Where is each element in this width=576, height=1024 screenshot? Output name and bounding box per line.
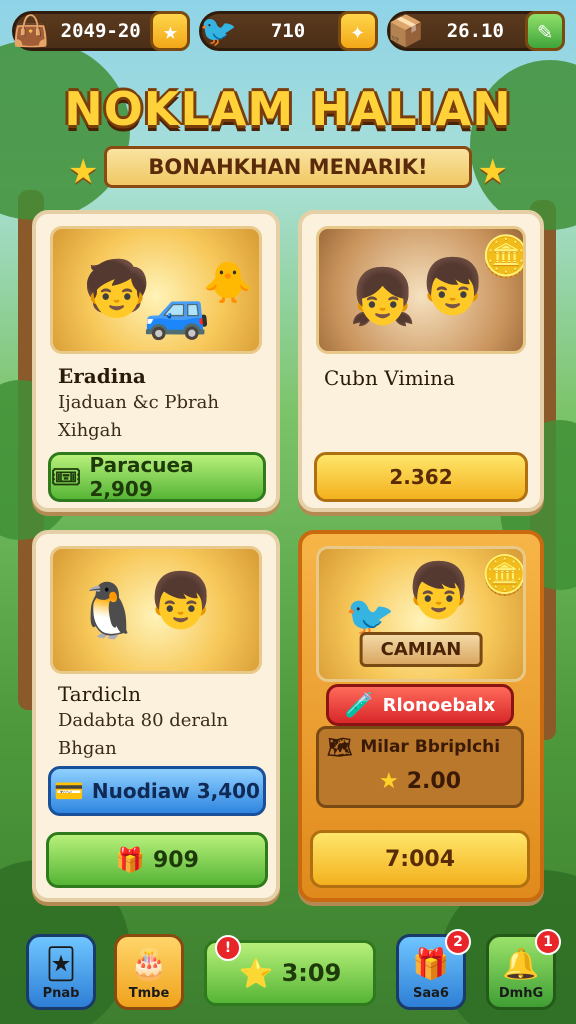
star-icon: ★ bbox=[477, 152, 508, 192]
pencil-icon[interactable]: ✎ bbox=[524, 11, 565, 51]
coin-icon: 🪙 bbox=[481, 553, 526, 597]
tag-label: Rlonoebalx bbox=[382, 694, 496, 716]
gift-button[interactable]: 🎁 909 bbox=[46, 832, 268, 888]
kid-icon: 🧒 bbox=[83, 257, 151, 320]
resource-3-value: 26.10 bbox=[446, 20, 504, 42]
boy-icon: 👦 bbox=[147, 569, 215, 632]
star-icon: ★ bbox=[68, 152, 99, 192]
offer-card-1: 🧒 🚙 🐥 Eradina Ijaduan &c Pbrah Xihgah 🎟 … bbox=[32, 210, 280, 512]
buy-button-label: Paracuea 2,909 bbox=[89, 453, 194, 501]
cards-icon: 🃏 bbox=[45, 947, 77, 982]
buy-button[interactable]: 💳 Nuodiaw 3,400 bbox=[48, 766, 266, 816]
resource-2-value: 710 bbox=[270, 20, 306, 42]
boy-icon: 👦 bbox=[419, 255, 487, 318]
car-icon: 🚙 bbox=[143, 279, 211, 342]
potion-icon: 🧪 bbox=[344, 691, 375, 719]
ticket-icon: 🎟 bbox=[51, 463, 82, 491]
coin-icon: 🪙 bbox=[481, 234, 526, 280]
center-value: 3:09 bbox=[281, 959, 342, 987]
nav-label: DmhG bbox=[498, 986, 544, 1001]
card-title: Tardicln bbox=[58, 682, 141, 706]
tag-button[interactable]: 🧪 Rlonoebalx bbox=[326, 684, 514, 726]
star-bag-icon: 👜 bbox=[12, 13, 50, 49]
resource-bar: 👜 2049-20 ★ 🐦 710 ✦ 📦 26.10 ✎ bbox=[12, 8, 565, 54]
resource-counter-1: 👜 2049-20 ★ bbox=[12, 11, 191, 51]
bird-icon: 🐧 bbox=[75, 579, 143, 642]
bell-icon: 🔔 bbox=[502, 947, 540, 982]
card-illustration: 🐦 👦 🪙 CAMIAN bbox=[316, 546, 526, 682]
card-description: Ijaduan &c Pbrah bbox=[58, 392, 219, 413]
notification-badge: ! bbox=[215, 935, 241, 961]
notification-badge: 1 bbox=[535, 929, 561, 955]
star-icon[interactable]: ★ bbox=[150, 11, 191, 51]
girl-icon: 👧 bbox=[349, 265, 417, 328]
gift-button-label: 909 bbox=[152, 847, 199, 873]
sparkle-icon[interactable]: ✦ bbox=[337, 11, 378, 51]
nav-button-pnab[interactable]: 🃏 Pnab bbox=[26, 934, 96, 1010]
buy-button-label: 7:004 bbox=[384, 846, 456, 872]
nav-label: Pnab bbox=[42, 986, 80, 1001]
card-illustration: 👧 👦 🪙 bbox=[316, 226, 526, 354]
wallet-icon: 💳 bbox=[54, 777, 84, 805]
gift-icon: 🎁 bbox=[115, 846, 145, 874]
reward-value: 2.00 bbox=[406, 769, 461, 794]
bird-icon: 🐦 bbox=[199, 13, 237, 49]
nav-label: Tmbe bbox=[128, 986, 170, 1001]
offer-card-2: 👧 👦 🪙 Cubn Vimina 2.362 bbox=[298, 210, 544, 512]
featured-offer-card: 🐦 👦 🪙 CAMIAN 🧪 Rlonoebalx 🗺 Milar Bbripl… bbox=[298, 530, 544, 902]
map-icon: 🗺 bbox=[327, 735, 353, 759]
card-title: Eradina bbox=[58, 364, 146, 388]
resource-counter-3: 📦 26.10 ✎ bbox=[386, 11, 565, 51]
center-play-button[interactable]: ⭐ 3:09 ! bbox=[204, 935, 376, 1006]
card-illustration: 🧒 🚙 🐥 bbox=[50, 226, 262, 354]
card-banner: CAMIAN bbox=[359, 632, 483, 667]
offer-card-3: 🐧 👦 Tardicln Dadabta 80 deraln Bhgan 💳 N… bbox=[32, 530, 280, 902]
resource-counter-2: 🐦 710 ✦ bbox=[199, 11, 378, 51]
card-description: Dadabta 80 deraln bbox=[58, 710, 229, 731]
card-description: Bhgan bbox=[58, 738, 117, 759]
star-icon: ★ bbox=[378, 769, 399, 794]
buy-button[interactable]: 2.362 bbox=[314, 452, 528, 502]
buy-button-label: 2.362 bbox=[389, 465, 453, 489]
reward-info-box: 🗺 Milar Bbriplchi ★ 2.00 bbox=[316, 726, 524, 808]
card-description: Xihgah bbox=[58, 420, 123, 441]
reward-value-row: ★ 2.00 bbox=[319, 769, 521, 794]
nav-label: Saa6 bbox=[413, 986, 449, 1001]
nav-button-dmhg[interactable]: 🔔 DmhG 1 bbox=[486, 929, 561, 1010]
reward-info-label: Milar Bbriplchi bbox=[360, 737, 501, 757]
page-subtitle: BONAHKHAN MENARIK! bbox=[104, 146, 472, 188]
nav-button-saa6[interactable]: 🎁 Saa6 2 bbox=[396, 929, 471, 1010]
nav-button-tmbe[interactable]: 🎂 Tmbe bbox=[114, 934, 184, 1010]
reward-info-row: 🗺 Milar Bbriplchi bbox=[327, 735, 500, 759]
buy-button[interactable]: 🎟 Paracuea 2,909 bbox=[48, 452, 266, 502]
card-illustration: 🐧 👦 bbox=[50, 546, 262, 674]
buy-button[interactable]: 7:004 bbox=[310, 830, 530, 888]
box-icon: 📦 bbox=[386, 13, 425, 49]
buy-button-label: Nuodiaw 3,400 bbox=[91, 779, 260, 803]
cake-icon: 🎂 bbox=[130, 947, 168, 982]
gift-box-icon: 🎁 bbox=[412, 947, 450, 982]
duck-icon: 🐥 bbox=[203, 260, 253, 306]
notification-badge: 2 bbox=[445, 929, 471, 955]
resource-1-value: 2049-20 bbox=[60, 20, 141, 42]
page-title: NOKLAM HALIAN bbox=[64, 82, 512, 136]
star-chest-icon: ⭐ bbox=[238, 956, 274, 990]
boy-icon: 👦 bbox=[405, 559, 473, 622]
card-title: Cubn Vimina bbox=[324, 366, 455, 390]
